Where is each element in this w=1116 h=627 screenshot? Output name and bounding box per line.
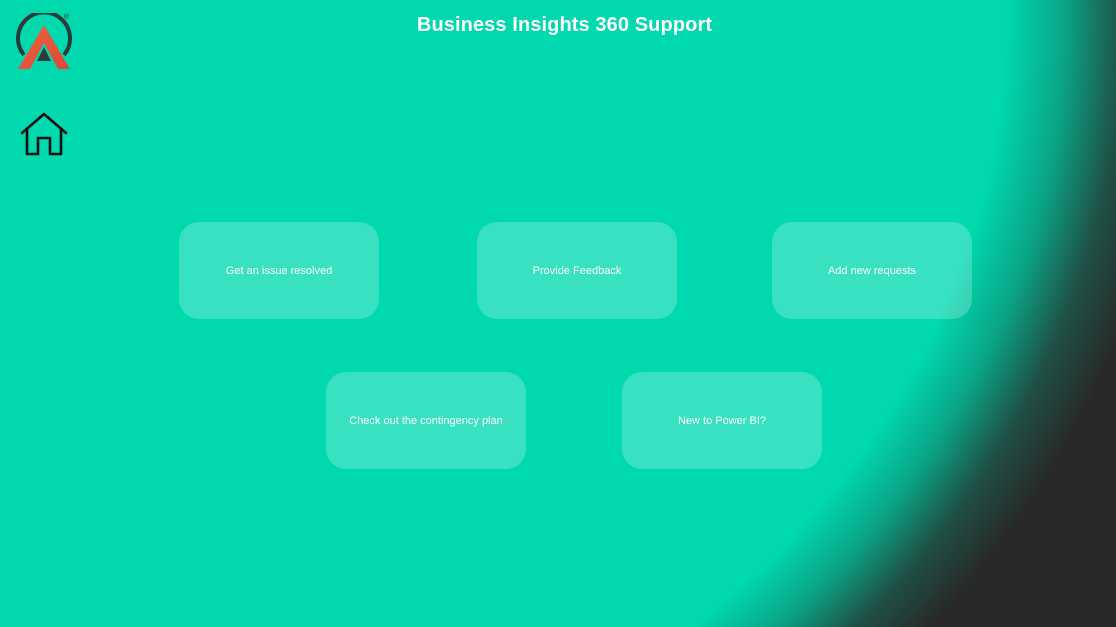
add-new-requests-button[interactable]: Add new requests: [772, 222, 972, 319]
provide-feedback-button[interactable]: Provide Feedback: [477, 222, 677, 319]
home-icon[interactable]: [19, 111, 69, 157]
new-to-power-bi-button[interactable]: New to Power BI?: [622, 372, 822, 469]
page-title: Business Insights 360 Support: [416, 14, 713, 36]
contingency-plan-button[interactable]: Check out the contingency plan: [326, 372, 526, 469]
get-issue-resolved-button[interactable]: Get an issue resolved: [179, 222, 379, 319]
